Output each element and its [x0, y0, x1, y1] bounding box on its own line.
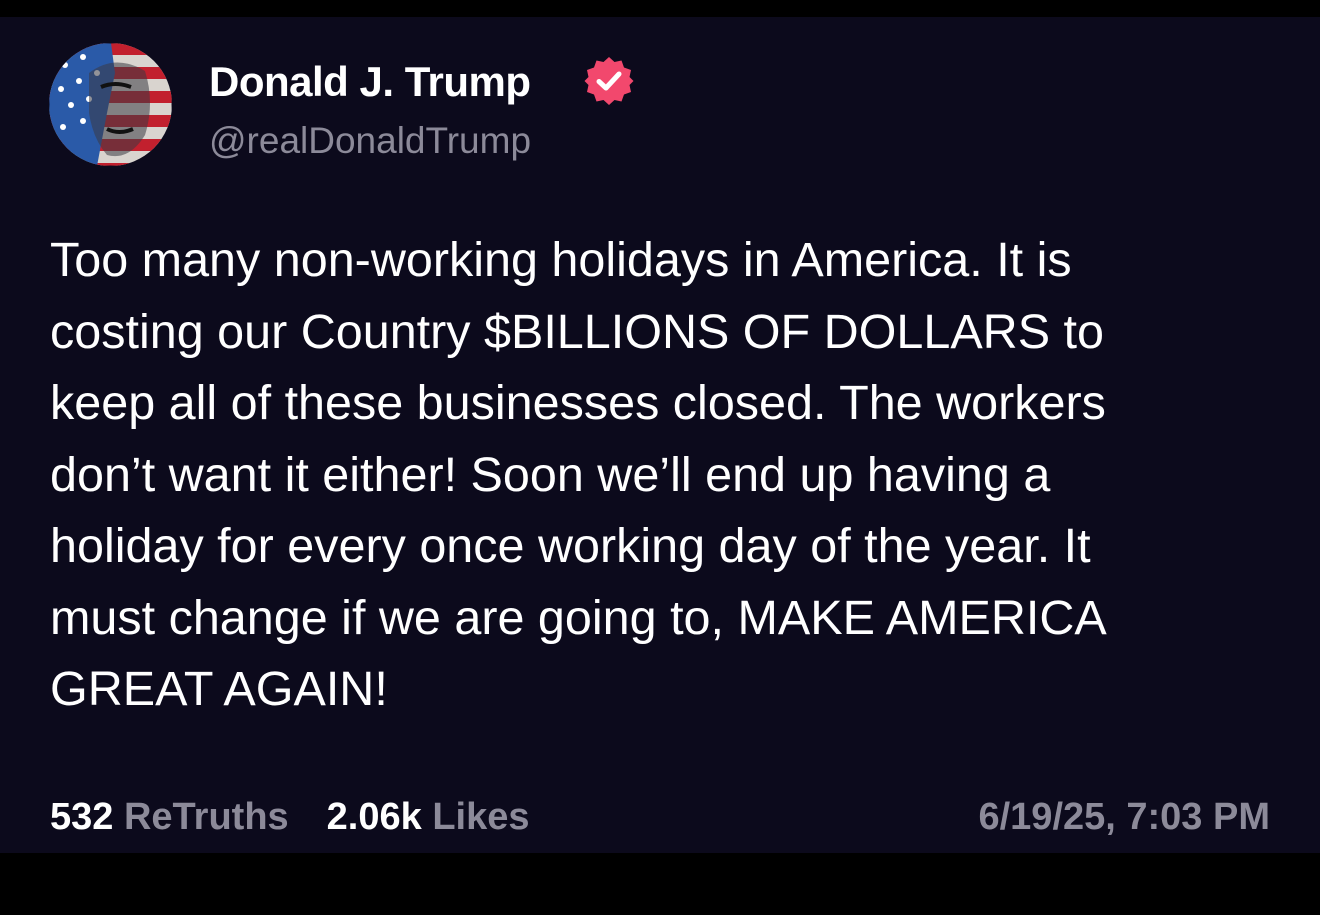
- post-text-line: keep all of these businesses closed. The…: [50, 376, 1106, 430]
- verified-badge-icon: [584, 57, 634, 105]
- retruths-label: ReTruths: [123, 796, 289, 838]
- likes-label: Likes: [432, 796, 530, 838]
- author-display-name[interactable]: Donald J. Trump: [209, 57, 531, 107]
- post-text-line: costing our Country $BILLIONS OF DOLLARS…: [50, 304, 1104, 359]
- post-text-line: holiday for every once working day of th…: [50, 519, 1091, 573]
- retruths-stat[interactable]: 532 ReTruths: [50, 796, 289, 838]
- likes-stat[interactable]: 2.06k Likes: [327, 796, 530, 838]
- post-text-line: GREAT AGAIN!: [50, 662, 388, 716]
- stars-and-stripes-portrait-icon: [49, 43, 172, 166]
- likes-count: 2.06k: [326, 796, 422, 838]
- avatar[interactable]: [49, 43, 172, 166]
- retruths-count: 532: [50, 796, 114, 838]
- post-text-line: must change if we are going to, MAKE AME…: [50, 590, 1107, 645]
- post-text: Too many non-working holidays in America…: [50, 225, 1280, 726]
- author-handle[interactable]: @realDonaldTrump: [209, 119, 531, 163]
- post-text-line: don’t want it either! Soon we’ll end up …: [50, 447, 1051, 502]
- post-stats: 532 ReTruths 2.06k Likes: [50, 793, 530, 841]
- post-timestamp[interactable]: 6/19/25, 7:03 PM: [978, 793, 1270, 841]
- post-card: Donald J. Trump @realDonaldTrump Too man…: [0, 17, 1320, 853]
- post-text-line: Too many non-working holidays in America…: [50, 233, 1072, 287]
